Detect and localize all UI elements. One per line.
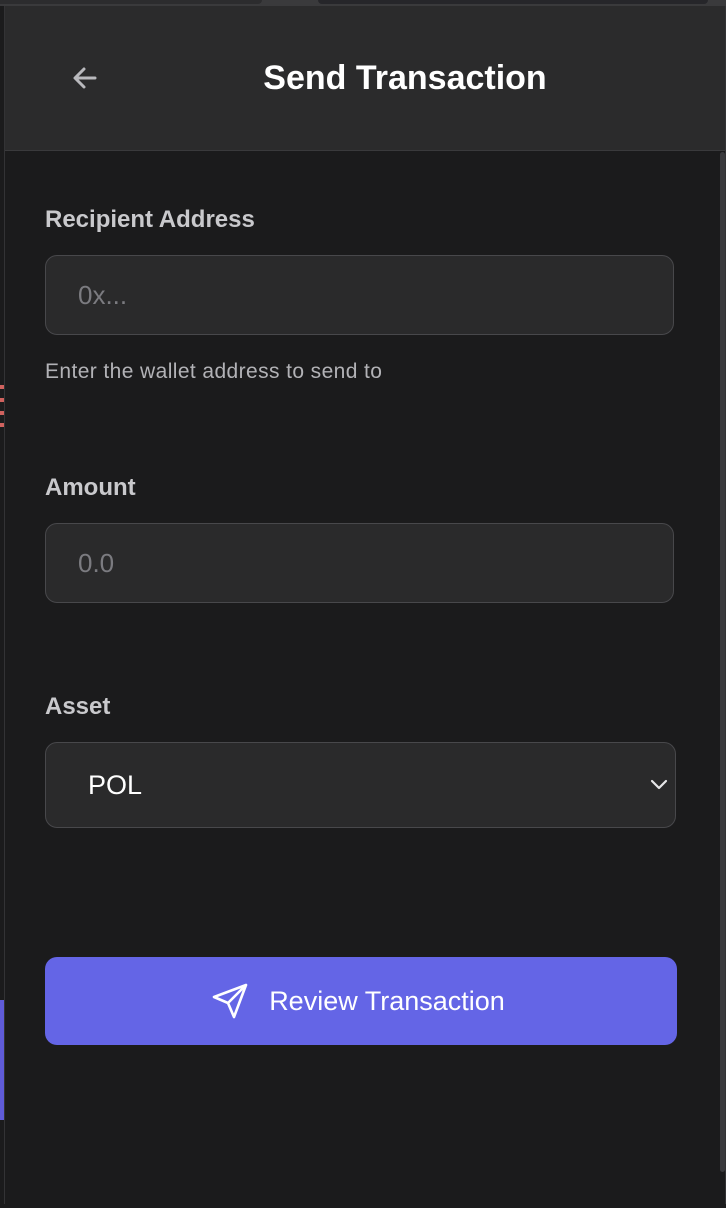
recipient-address-field[interactable]	[45, 255, 674, 335]
panel-header: Send Transaction	[5, 6, 725, 151]
screen: Send Transaction Recipient Address Enter…	[0, 0, 726, 1208]
asset-select[interactable]: POL	[45, 742, 676, 828]
amount-input[interactable]	[46, 524, 673, 602]
recipient-address-label: Recipient Address	[45, 206, 255, 233]
scrollbar[interactable]	[720, 152, 725, 1172]
browser-tab[interactable]	[318, 0, 708, 4]
chevron-down-icon	[650, 779, 668, 790]
amount-label: Amount	[45, 474, 136, 501]
review-transaction-label: Review Transaction	[269, 986, 505, 1016]
recipient-address-helper: Enter the wallet address to send to	[45, 360, 383, 383]
amount-field[interactable]	[45, 523, 674, 603]
recipient-address-input[interactable]	[46, 256, 673, 334]
send-icon	[212, 983, 248, 1019]
page-title: Send Transaction	[263, 59, 547, 97]
send-transaction-panel: Send Transaction Recipient Address Enter…	[4, 6, 726, 1204]
asset-selected-value: POL	[88, 770, 143, 800]
browser-tab[interactable]	[0, 0, 262, 4]
review-transaction-button[interactable]: Review Transaction	[45, 957, 677, 1045]
asset-label: Asset	[45, 693, 111, 720]
